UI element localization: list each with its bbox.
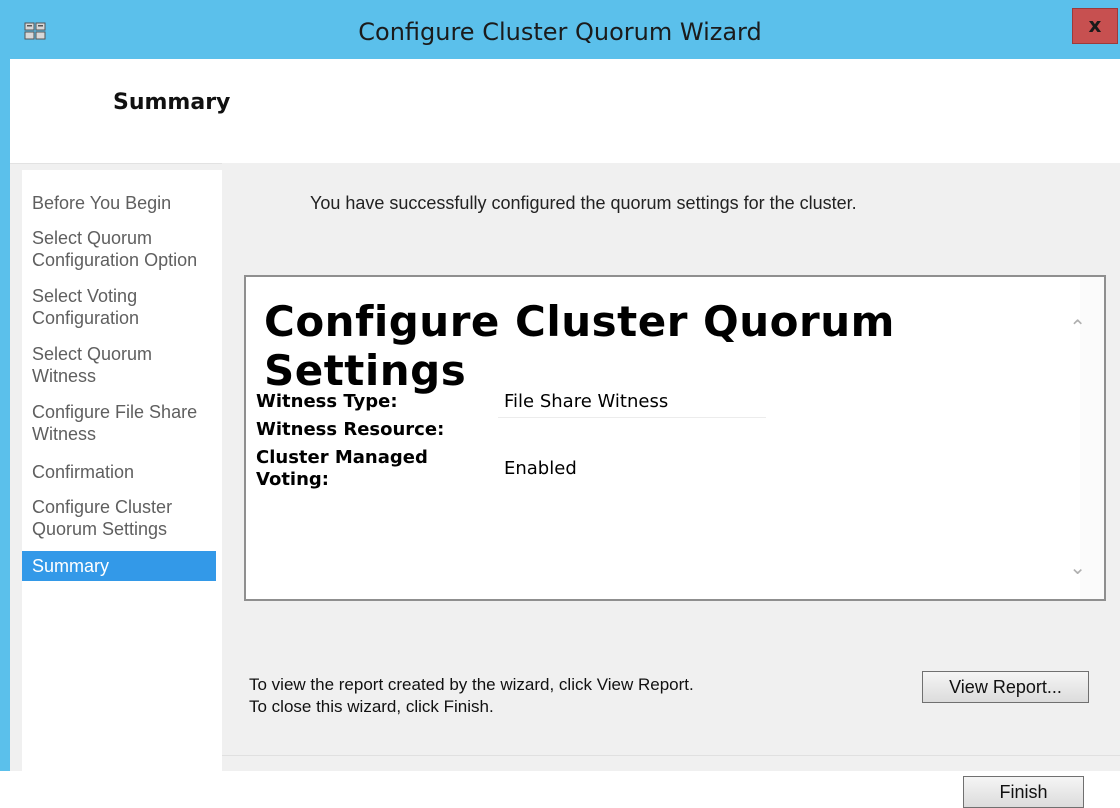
cluster-managed-voting-value: Enabled: [504, 458, 577, 479]
close-button[interactable]: x: [1072, 8, 1118, 44]
row-divider: [498, 417, 766, 418]
step-select-voting-configuration[interactable]: Select Voting Configuration: [22, 285, 216, 329]
report-heading: Configure Cluster Quorum Settings: [264, 297, 895, 395]
step-configure-cluster-quorum-settings[interactable]: Configure Cluster Quorum Settings: [22, 496, 216, 540]
step-summary[interactable]: Summary: [22, 551, 216, 581]
title-bar[interactable]: Configure Cluster Quorum Wizard x: [0, 0, 1120, 59]
step-select-quorum-witness[interactable]: Select Quorum Witness: [22, 343, 216, 387]
witness-type-value: File Share Witness: [504, 391, 669, 412]
step-select-quorum-configuration-option[interactable]: Select Quorum Configuration Option: [22, 227, 216, 271]
wizard-header: Summary: [10, 59, 1120, 164]
wizard-steps-sidebar: Before You Begin Select Quorum Configura…: [22, 170, 222, 771]
client-area: Summary Before You Begin Select Quorum C…: [10, 59, 1120, 808]
step-before-you-begin[interactable]: Before You Begin: [22, 192, 216, 214]
report-viewer[interactable]: Configure Cluster Quorum Settings ⌃ ⌄ Wi…: [244, 275, 1106, 601]
step-configure-file-share-witness[interactable]: Configure File Share Witness: [22, 401, 216, 445]
finish-hint: To close this wizard, click Finish.: [249, 697, 494, 716]
view-report-hint: To view the report created by the wizard…: [249, 675, 694, 694]
scroll-up-chevron-icon[interactable]: ⌃: [1069, 315, 1086, 340]
view-report-button[interactable]: View Report...: [922, 671, 1089, 703]
success-message: You have successfully configured the quo…: [310, 193, 857, 213]
finish-button[interactable]: Finish: [963, 776, 1084, 808]
page-title: Summary: [113, 90, 231, 115]
scroll-down-chevron-icon[interactable]: ⌄: [1069, 555, 1086, 580]
witness-type-label: Witness Type:: [256, 391, 398, 412]
wizard-window: Configure Cluster Quorum Wizard x Summar…: [0, 0, 1120, 808]
main-panel: You have successfully configured the quo…: [222, 163, 1120, 808]
window-title: Configure Cluster Quorum Wizard: [358, 18, 762, 46]
footer-divider: [222, 755, 1120, 756]
witness-resource-label: Witness Resource:: [256, 419, 445, 440]
step-confirmation[interactable]: Confirmation: [22, 461, 216, 483]
cluster-managed-voting-label: Cluster Managed Voting:: [256, 447, 428, 490]
